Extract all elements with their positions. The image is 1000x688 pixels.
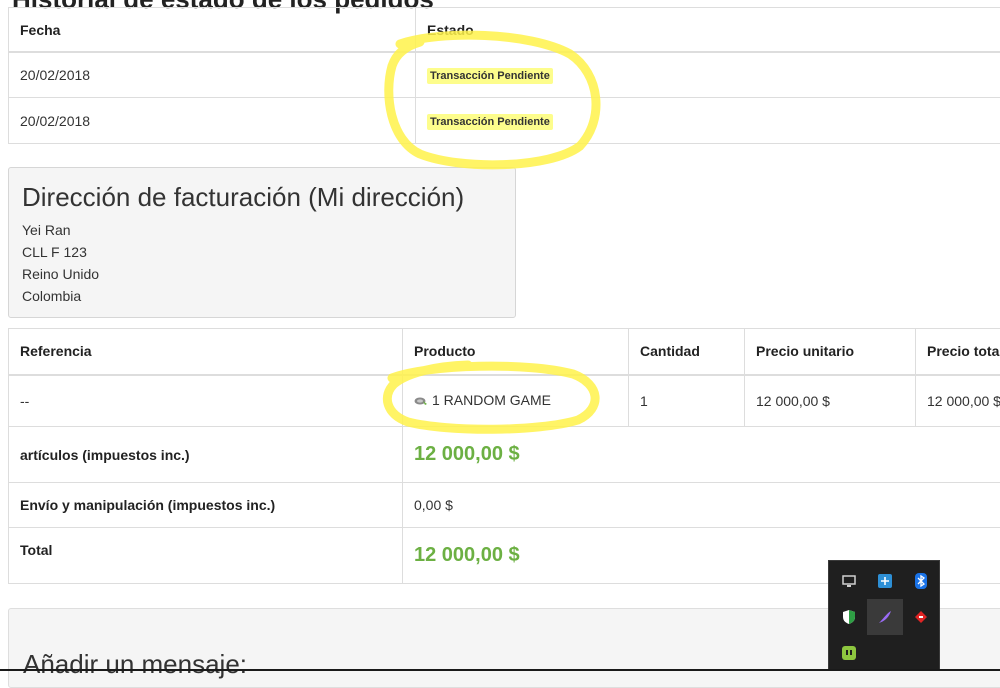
table-row: -- 1 RANDOM GAME 1 12 000,00 $ 12 000,00… [9, 375, 1000, 427]
item-quantity: 1 [629, 375, 745, 427]
status-history-table: Fecha Estado 20/02/2018 Transacción Pend… [8, 7, 1000, 144]
column-header-status: Estado [416, 8, 1000, 52]
chat-icon[interactable] [835, 639, 863, 667]
feather-icon[interactable] [867, 599, 903, 635]
address-line-country: Colombia [22, 285, 502, 307]
status-badge: Transacción Pendiente [427, 114, 553, 130]
billing-address-title: Dirección de facturación (Mi dirección) [22, 182, 502, 213]
shipping-value: 0,00 $ [403, 483, 1000, 528]
status-date: 20/02/2018 [9, 52, 416, 98]
column-header-total-price: Precio total [916, 329, 1000, 375]
gift-card-icon [414, 393, 428, 409]
table-row: 20/02/2018 Transacción Pendiente [9, 52, 1000, 98]
column-header-product: Producto [403, 329, 629, 375]
status-badge: Transacción Pendiente [427, 68, 553, 84]
item-reference: -- [9, 375, 403, 427]
status-cell: Transacción Pendiente [416, 52, 1000, 98]
shipping-label: Envío y manipulación (impuestos inc.) [9, 483, 403, 528]
item-product-name: 1 RANDOM GAME [432, 392, 551, 408]
add-message-title: Añadir un mensaje: [23, 649, 247, 680]
table-header-row: Referencia Producto Cantidad Precio unit… [9, 329, 1000, 375]
billing-address-panel: Dirección de facturación (Mi dirección) … [8, 167, 516, 318]
grand-total-label: Total [9, 528, 403, 584]
column-header-unit-price: Precio unitario [745, 329, 916, 375]
table-header-row: Fecha Estado [9, 8, 1000, 52]
address-line-region: Reino Unido [22, 263, 502, 285]
app-icon[interactable] [871, 567, 899, 595]
column-header-reference: Referencia [9, 329, 403, 375]
item-total-price: 12 000,00 $ [916, 375, 1000, 427]
address-line-street: CLL F 123 [22, 241, 502, 263]
item-product-cell[interactable]: 1 RANDOM GAME [403, 375, 629, 427]
products-total-value: 12 000,00 $ [403, 427, 1000, 483]
column-header-date: Fecha [9, 8, 416, 52]
table-row: 20/02/2018 Transacción Pendiente [9, 98, 1000, 144]
address-line-name: Yei Ran [22, 219, 502, 241]
table-row: Envío y manipulación (impuestos inc.) 0,… [9, 483, 1000, 528]
column-header-quantity: Cantidad [629, 329, 745, 375]
security-shield-icon[interactable] [835, 603, 863, 631]
status-date: 20/02/2018 [9, 98, 416, 144]
table-row: artículos (impuestos inc.) 12 000,00 $ [9, 427, 1000, 483]
item-unit-price: 12 000,00 $ [745, 375, 916, 427]
system-tray-overflow [828, 560, 940, 671]
monitor-icon[interactable] [835, 567, 863, 595]
order-detail-table: Referencia Producto Cantidad Precio unit… [8, 328, 1000, 584]
status-cell: Transacción Pendiente [416, 98, 1000, 144]
bluetooth-icon[interactable] [907, 567, 935, 595]
products-total-label: artículos (impuestos inc.) [9, 427, 403, 483]
red-diamond-icon[interactable] [907, 603, 935, 631]
